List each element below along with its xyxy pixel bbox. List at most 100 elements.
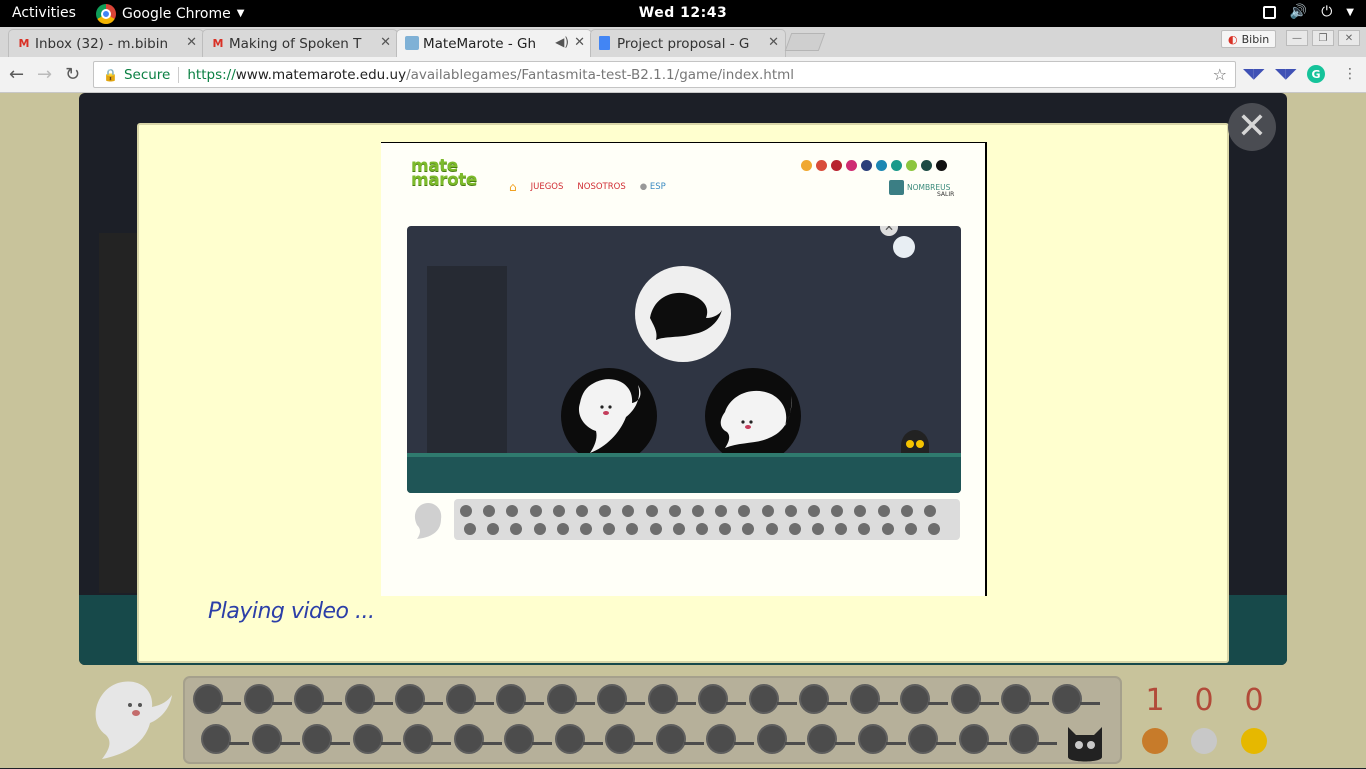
yarn-ball-icon [645,505,658,517]
extension-mask-icon[interactable]: ◥◤ [1243,66,1265,82]
nav-lang: ● ESP [639,182,666,192]
target-ghost [635,266,731,362]
extension-mask-icon[interactable]: ◥◤ [1275,66,1297,82]
bookmark-star-icon[interactable]: ☆ [1213,65,1227,84]
maximize-button[interactable]: ❐ [1312,30,1334,46]
system-tray[interactable]: 🔊 ⏻ ▼ [1262,4,1354,20]
yarn-ball-icon [453,724,484,754]
yarn-thread [423,702,443,705]
video-site-nav: ⌂ JUEGOS NOSOTROS ● ESP [509,180,666,194]
yarn-ball-icon [696,523,708,535]
yarn-ball-icon [655,724,686,754]
ghost-option-left [561,368,657,464]
yarn-ball-icon [647,684,678,714]
grammarly-icon[interactable]: G [1307,65,1325,83]
yarn-thread [229,742,249,745]
ghost-silhouette-icon [650,292,722,340]
yarn-thread [330,742,350,745]
logo-text-line2: marote [411,170,477,190]
close-tab-icon[interactable]: ✕ [186,35,197,50]
close-tab-icon[interactable]: ✕ [380,35,391,50]
minimize-button[interactable]: — [1286,30,1308,46]
forward-icon[interactable]: → [37,64,52,85]
tab-inbox[interactable]: M Inbox (32) - m.bibin ✕ [8,29,204,57]
yarn-ball-icon [487,523,500,535]
bronze-medal-icon [1142,728,1168,754]
close-window-button[interactable]: ✕ [1338,30,1360,46]
video-player[interactable]: mate marote ⌂ JUEGOS NOSOTROS ● ESP NOMB… [381,142,987,596]
yarn-ball-icon [201,724,231,754]
game-scene: ✕ [407,226,961,493]
yarn-thread [1029,702,1049,705]
close-tab-icon[interactable]: ✕ [574,35,585,50]
power-icon: ⏻ [1321,4,1333,20]
yarn-ball-icon [668,505,681,517]
nav-juegos: JUEGOS [530,182,564,192]
yarn-thread [885,742,906,745]
yarn-ball-icon [552,505,565,517]
yarn-ball-icon [597,684,627,714]
tab-making-of-spoken[interactable]: M Making of Spoken T ✕ [202,29,398,57]
close-icon: ✕ [880,226,898,236]
yarn-ball-icon [506,505,519,517]
score-count-bronze: 1 [1145,683,1165,718]
yarn-ball-icon [756,724,787,754]
yarn-ball-icon [706,724,736,754]
clock[interactable]: Wed 12:43 [0,5,1366,21]
ghost-icon [578,379,641,453]
address-bar[interactable]: 🔒 Secure https:// www.matemarote.edu.uy … [93,61,1236,88]
yarn-ball-icon [1009,724,1039,754]
new-tab-button[interactable] [784,33,826,51]
yarn-thread [473,702,494,705]
color-dot [906,160,917,171]
chevron-down-icon: ▼ [1346,6,1354,18]
yarn-ball-icon [403,724,433,754]
close-tab-icon[interactable]: ✕ [768,35,779,50]
yarn-ball-icon [504,724,534,754]
yarn-thread [877,702,898,705]
tab-label: MateMarote - Gh [423,35,537,52]
yarn-ball-icon [924,505,936,517]
profile-label: Bibin [1241,32,1270,46]
nav-nosotros: NOSOTROS [577,182,626,192]
salir-link: SALIR [937,191,955,198]
color-dot [891,160,902,171]
yarn-thread [776,702,797,705]
yarn-ball-icon [1051,684,1082,714]
yarn-ball-icon [510,523,523,535]
color-dot [936,160,947,171]
reload-icon[interactable]: ↻ [65,64,80,85]
audio-playing-icon[interactable]: ◀) [555,35,569,49]
progress-track-small [454,499,960,540]
yarn-thread [734,742,754,745]
yarn-ball-icon [626,523,639,535]
color-dot [876,160,887,171]
yarn-ball-icon [243,684,274,714]
menu-kebab-icon[interactable]: ⋮ [1343,66,1357,82]
close-modal-button[interactable]: ✕ [1228,103,1276,151]
tower-silhouette [427,266,507,466]
yarn-ball-icon [672,523,685,535]
score-count-gold: 0 [1244,683,1264,718]
color-dot [831,160,842,171]
yarn-thread [380,742,401,745]
yarn-thread [726,702,746,705]
yarn-ball-icon [748,684,779,714]
color-dot [921,160,932,171]
yarn-thread [481,742,502,745]
tab-project-proposal[interactable]: Project proposal - G ✕ [590,29,786,57]
gmail-icon: M [18,36,30,50]
profile-icon: ◐ [1228,32,1238,46]
yarn-ball-icon [784,505,797,517]
docs-icon [599,36,610,50]
yarn-ball-icon [622,505,635,517]
divider [178,66,180,83]
tab-matemarote[interactable]: MateMarote - Gh ◀) ✕ [396,29,592,57]
gnome-top-bar: Activities Google Chrome ▼ Wed 12:43 🔊 ⏻… [0,0,1366,27]
back-icon[interactable]: ← [9,64,24,85]
profile-button[interactable]: ◐ Bibin [1221,30,1277,48]
window-controls: — ❐ ✕ [1286,30,1360,46]
yarn-ball-icon [294,684,324,714]
home-icon: ⌂ [509,180,517,194]
yarn-ball-icon [533,523,546,535]
